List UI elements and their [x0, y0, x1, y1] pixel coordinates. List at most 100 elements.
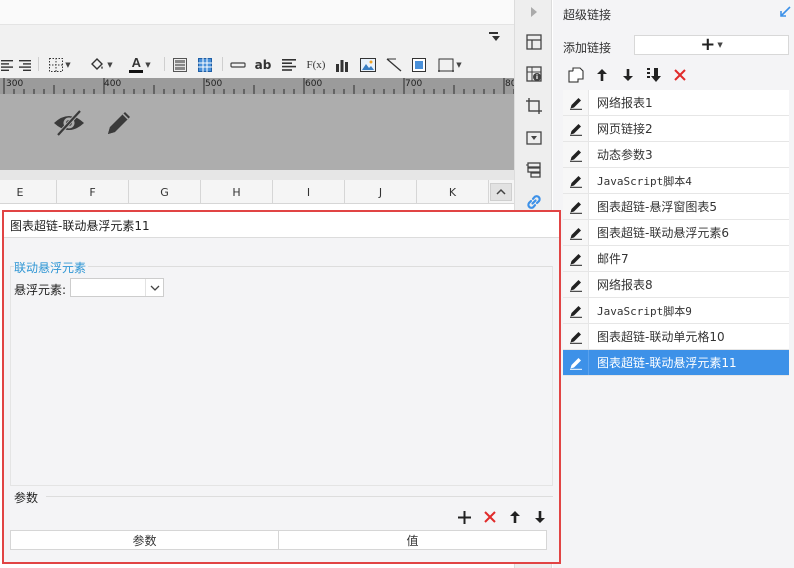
hyperlink-item-label: 网络报表8 [597, 278, 653, 292]
hyperlink-item-label: 网络报表1 [597, 96, 653, 110]
eye-slash-icon[interactable] [52, 108, 86, 138]
chevron-down-icon: ▼ [717, 41, 723, 49]
sort-down-icon[interactable] [641, 66, 667, 84]
border-style-icon[interactable]: ▼ [436, 56, 464, 74]
align-left-icon[interactable] [0, 56, 14, 74]
edit-icon[interactable] [563, 168, 589, 193]
hyperlink-item[interactable]: JavaScript脚本9 [563, 298, 789, 324]
ruler-label: 700 [405, 79, 423, 89]
top-strip [0, 0, 514, 24]
expand-corner-icon[interactable] [779, 6, 793, 20]
edit-icon[interactable] [563, 194, 589, 219]
editor-header: 图表超链-联动悬浮元素11 [4, 212, 559, 238]
align-justify-icon[interactable] [18, 56, 32, 74]
edit-icon[interactable] [563, 272, 589, 297]
column-header-f[interactable]: F [57, 180, 129, 204]
hyperlink-item[interactable]: 网页链接2 [563, 116, 789, 142]
toolbar-separator [164, 57, 165, 71]
hyperlink-list: 网络报表1 网页链接2 动态参数3 JavaScript脚本4 图表超链-悬浮窗图表5 图… [563, 90, 789, 376]
hyperlink-item[interactable]: 邮件7 [563, 246, 789, 272]
panel-title: 超级链接 [563, 8, 612, 22]
delete-icon[interactable] [667, 66, 693, 84]
bar-chart-icon[interactable] [333, 56, 351, 74]
toolbar-separator [38, 57, 39, 71]
column-header-e[interactable]: E [0, 180, 57, 204]
float-element-select[interactable] [70, 278, 164, 297]
font-color-icon[interactable]: A ▼ [124, 56, 156, 74]
edit-icon[interactable] [563, 350, 589, 375]
edit-icon[interactable] [563, 90, 589, 115]
copy-icon[interactable] [563, 66, 589, 84]
image-icon[interactable] [359, 56, 377, 74]
move-down-icon[interactable] [615, 66, 641, 84]
editor-title: 图表超链-联动悬浮元素11 [10, 219, 150, 233]
move-up-icon[interactable] [502, 508, 527, 526]
frame-icon[interactable] [410, 56, 428, 74]
widget-dropdown-icon[interactable] [525, 129, 543, 147]
crop-icon[interactable] [525, 97, 543, 115]
ruler-label: 400 [104, 79, 122, 89]
hyperlink-item[interactable]: 网络报表8 [563, 272, 789, 298]
link-style-icon[interactable] [229, 56, 247, 74]
hyperlink-item-label: 动态参数3 [597, 148, 653, 162]
edit-icon[interactable] [563, 324, 589, 349]
linked-float-group-label: 联动悬浮元素 [14, 259, 89, 276]
formula-icon[interactable]: F(x) [305, 56, 327, 74]
float-element-label: 悬浮元素: [14, 283, 67, 297]
ruler-ticks [3, 78, 514, 94]
hyperlink-item-label: JavaScript脚本9 [597, 304, 692, 318]
cell-attribute-icon[interactable] [525, 33, 543, 51]
column-header-h[interactable]: H [201, 180, 273, 204]
edit-icon[interactable] [563, 116, 589, 141]
slash-icon[interactable] [385, 56, 403, 74]
edit-icon[interactable] [563, 246, 589, 271]
delete-parameter-icon[interactable] [477, 508, 502, 526]
toolbar-separator [222, 57, 223, 71]
edit-icon[interactable] [563, 142, 589, 167]
parameters-divider [46, 496, 553, 497]
hyperlink-item[interactable]: 图表超链-联动单元格10 [563, 324, 789, 350]
parameter-table-header: 参数 值 [10, 530, 547, 550]
value-column-header[interactable]: 值 [278, 531, 546, 549]
expand-arrow-icon[interactable] [525, 3, 543, 21]
column-header-i[interactable]: I [273, 180, 345, 204]
pencil-icon[interactable] [103, 107, 135, 139]
hyperlink-item-label: 图表超链-悬浮窗图表5 [597, 200, 717, 214]
ruler-label: 300 [6, 79, 24, 89]
edit-icon[interactable] [563, 220, 589, 245]
text-ab-icon[interactable]: ab [254, 56, 272, 74]
column-header-j[interactable]: J [345, 180, 417, 204]
fill-color-icon[interactable]: ▼ [86, 56, 116, 74]
column-header-k[interactable]: K [417, 180, 489, 204]
font-color-letter: A [131, 55, 141, 70]
parameters-label: 参数 [14, 491, 39, 505]
collapse-toolbar-icon[interactable] [488, 31, 504, 45]
hyperlink-item[interactable]: 网络报表1 [563, 90, 789, 116]
hyperlink-editor: 图表超链-联动悬浮元素11 联动悬浮元素 悬浮元素: 参数 参数 值 [2, 210, 561, 564]
scroll-up-button[interactable] [490, 183, 512, 201]
chevron-down-icon[interactable] [145, 279, 163, 296]
hyperlink-item[interactable]: 动态参数3 [563, 142, 789, 168]
canvas-gap [0, 170, 514, 180]
column-header-g[interactable]: G [129, 180, 201, 204]
text-align-icon[interactable] [280, 56, 298, 74]
move-down-icon[interactable] [527, 508, 552, 526]
move-up-icon[interactable] [589, 66, 615, 84]
info-grid-icon[interactable] [525, 65, 543, 83]
hyperlink-item[interactable]: JavaScript脚本4 [563, 168, 789, 194]
hyperlink-item[interactable]: 图表超链-联动悬浮元素11 [563, 350, 789, 376]
border-icon[interactable]: ▼ [45, 56, 75, 74]
hyperlink-item[interactable]: 图表超链-联动悬浮元素6 [563, 220, 789, 246]
hyperlink-item[interactable]: 图表超链-悬浮窗图表5 [563, 194, 789, 220]
hyperlink-icon[interactable] [525, 193, 543, 211]
font-color-bar [129, 70, 144, 73]
parameter-toolbar [452, 508, 552, 526]
grid-icon[interactable] [197, 56, 213, 74]
add-link-dropdown[interactable]: + ▼ [634, 35, 789, 55]
edit-icon[interactable] [563, 298, 589, 323]
layers-icon[interactable] [525, 161, 543, 179]
merge-cells-icon[interactable] [172, 56, 188, 74]
chart-canvas[interactable] [0, 94, 514, 170]
add-parameter-icon[interactable] [452, 508, 477, 526]
parameter-column-header[interactable]: 参数 [11, 531, 278, 549]
